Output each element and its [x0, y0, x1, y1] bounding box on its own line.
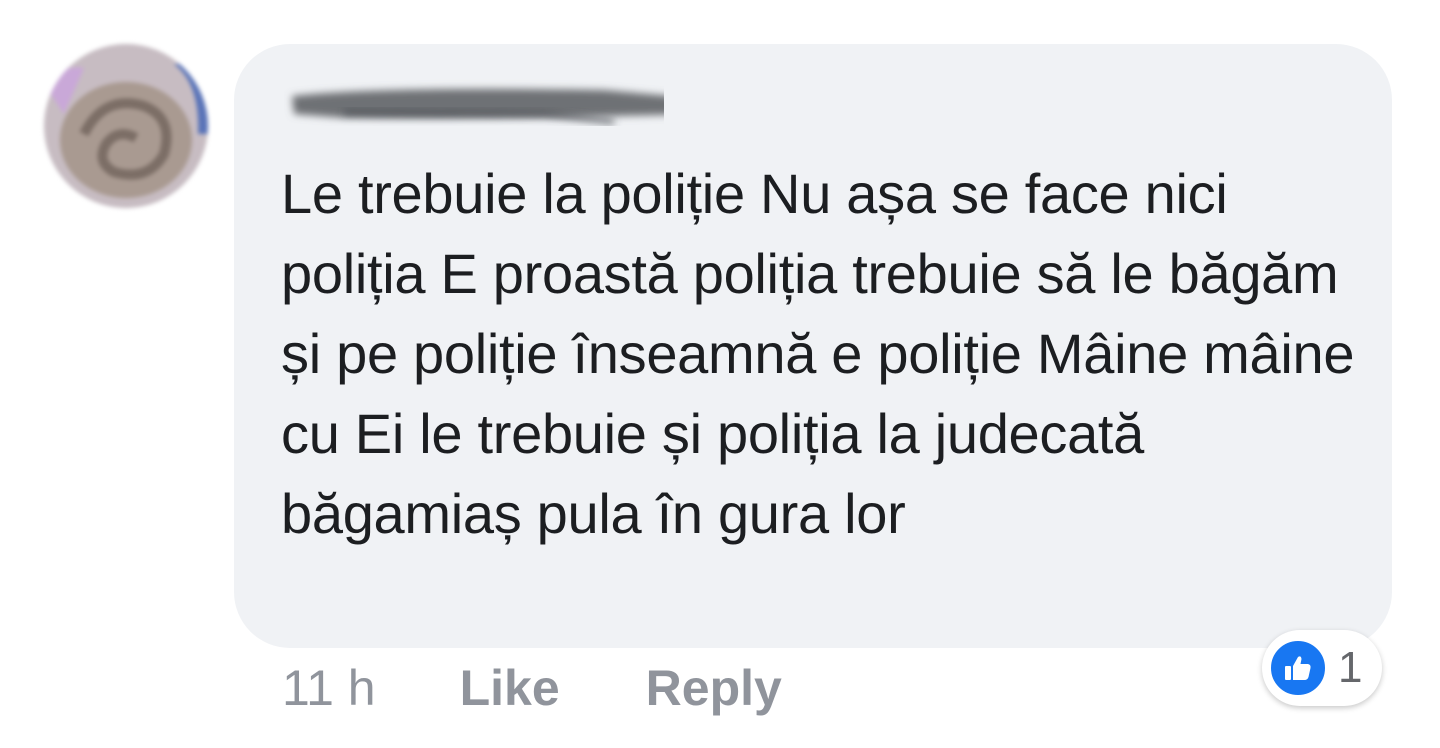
author-name-redacted[interactable]	[284, 78, 694, 126]
comment-thread: Le trebuie la poliție Nu așa se face nic…	[0, 0, 1440, 748]
reaction-count: 1	[1338, 643, 1363, 692]
avatar[interactable]	[44, 44, 208, 208]
like-button[interactable]: Like	[460, 659, 560, 717]
thumbs-up-icon	[1268, 638, 1328, 698]
comment-actions: 11 h Like Reply	[282, 658, 782, 718]
timestamp[interactable]: 11 h	[282, 659, 376, 717]
comment-bubble: Le trebuie la poliție Nu așa se face nic…	[234, 44, 1392, 648]
reply-button[interactable]: Reply	[646, 659, 782, 717]
reaction-summary[interactable]: 1	[1262, 630, 1383, 706]
comment-text: Le trebuie la poliție Nu așa se face nic…	[281, 162, 1355, 545]
